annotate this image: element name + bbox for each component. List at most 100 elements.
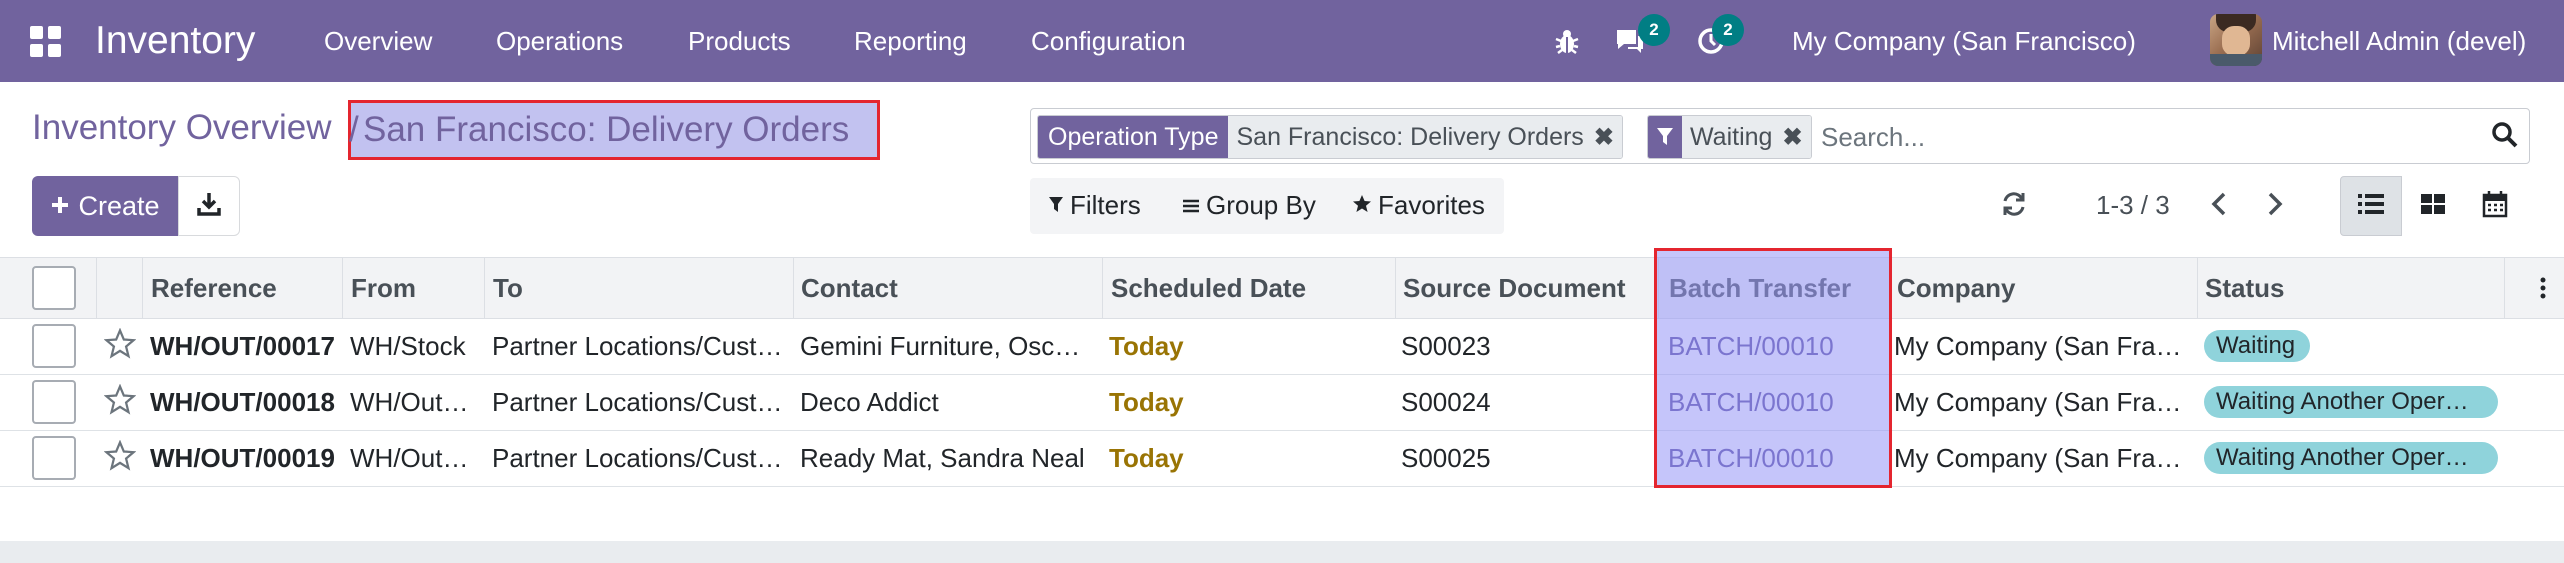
apps-grid-icon[interactable]: [30, 0, 61, 82]
plus-icon: [50, 191, 70, 222]
calendar-view-button[interactable]: [2464, 176, 2526, 236]
row-checkbox[interactable]: [32, 324, 76, 368]
create-button[interactable]: Create: [32, 176, 178, 236]
filter-icon: [1048, 190, 1064, 221]
chevron-left-icon[interactable]: [2208, 190, 2230, 223]
column-batch-transfer[interactable]: Batch Transfer: [1669, 258, 1851, 318]
table-row[interactable]: WH/OUT/00019 WH/Out… Partner Locations/C…: [0, 431, 2564, 487]
cell-source-document: S00023: [1401, 331, 1491, 361]
menu-overview[interactable]: Overview: [324, 0, 432, 82]
avatar[interactable]: [2210, 14, 2262, 66]
filters-button[interactable]: Filters: [1048, 190, 1141, 221]
download-icon: [196, 191, 222, 222]
column-company[interactable]: Company: [1897, 258, 2015, 318]
star-icon: [1352, 190, 1372, 221]
close-icon[interactable]: ✖: [1594, 123, 1614, 152]
column-to[interactable]: To: [493, 258, 523, 318]
facet-label: Operation Type: [1038, 116, 1229, 158]
pager-value[interactable]: 1-3 / 3: [2096, 190, 2170, 221]
cell-contact: Gemini Furniture, Osc…: [800, 331, 1081, 361]
cell-contact: Deco Addict: [800, 387, 939, 417]
status-badge: Waiting Another Oper…: [2204, 386, 2498, 418]
cell-to: Partner Locations/Cust…: [492, 331, 783, 361]
favorites-button[interactable]: Favorites: [1352, 190, 1485, 221]
status-badge: Waiting Another Oper…: [2204, 442, 2498, 474]
calendar-icon: [2482, 190, 2508, 223]
horizontal-scrollbar[interactable]: [0, 541, 2564, 563]
cell-company: My Company (San Fra…: [1894, 331, 2182, 361]
group-by-button[interactable]: Group By: [1182, 190, 1316, 221]
column-source-document[interactable]: Source Document: [1403, 258, 1626, 318]
chevron-right-icon[interactable]: [2264, 190, 2286, 223]
menu-configuration[interactable]: Configuration: [1031, 0, 1186, 82]
top-navbar: Inventory Overview Operations Products R…: [0, 0, 2564, 82]
cell-company: My Company (San Fra…: [1894, 387, 2182, 417]
cell-batch-transfer[interactable]: BATCH/00010: [1668, 375, 1886, 430]
filter-icon: [1648, 116, 1682, 158]
facet-value: San Francisco: Delivery Orders: [1236, 122, 1584, 151]
filter-bar: Filters Group By Favorites: [1030, 178, 1504, 234]
search-input[interactable]: [1819, 117, 2423, 157]
favorites-label: Favorites: [1378, 190, 1485, 220]
search-icon[interactable]: [2491, 121, 2519, 154]
cell-batch-transfer[interactable]: BATCH/00010: [1668, 319, 1886, 374]
table-row[interactable]: WH/OUT/00017 WH/Stock Partner Locations/…: [0, 319, 2564, 375]
menu-products[interactable]: Products: [688, 0, 791, 82]
star-icon[interactable]: [103, 327, 137, 365]
cell-source-document: S00024: [1401, 387, 1491, 417]
create-label: Create: [78, 190, 160, 221]
facet-value: Waiting: [1690, 122, 1773, 151]
facet-operation-type: Operation Type San Francisco: Delivery O…: [1037, 115, 1623, 159]
kanban-view-button[interactable]: [2402, 176, 2464, 236]
cell-from: WH/Stock: [350, 331, 466, 361]
menu-operations[interactable]: Operations: [496, 0, 623, 82]
cell-contact: Ready Mat, Sandra Neal: [800, 443, 1085, 473]
cell-to: Partner Locations/Cust…: [492, 387, 783, 417]
breadcrumb-parent[interactable]: Inventory Overview: [32, 108, 332, 148]
page-title: San Francisco: Delivery Orders: [363, 110, 850, 149]
column-reference[interactable]: Reference: [151, 258, 277, 318]
cell-batch-transfer[interactable]: BATCH/00010: [1668, 431, 1886, 486]
user-menu[interactable]: Mitchell Admin (devel): [2272, 0, 2526, 82]
column-status[interactable]: Status: [2205, 258, 2284, 318]
column-options-icon[interactable]: [2540, 258, 2546, 318]
column-from[interactable]: From: [351, 258, 416, 318]
star-icon[interactable]: [103, 439, 137, 477]
list-icon: [2357, 192, 2385, 221]
company-switcher[interactable]: My Company (San Francisco): [1792, 0, 2136, 82]
app-name[interactable]: Inventory: [95, 0, 255, 82]
list-view-button[interactable]: [2340, 176, 2402, 236]
row-checkbox[interactable]: [32, 380, 76, 424]
star-icon[interactable]: [103, 383, 137, 421]
cell-from: WH/Out…: [350, 443, 469, 473]
row-checkbox[interactable]: [32, 436, 76, 480]
cell-reference: WH/OUT/00017: [150, 331, 335, 361]
cell-source-document: S00025: [1401, 443, 1491, 473]
facet-waiting: Waiting ✖: [1647, 115, 1812, 159]
table-row[interactable]: WH/OUT/00018 WH/Out… Partner Locations/C…: [0, 375, 2564, 431]
bug-icon[interactable]: [1554, 0, 1580, 82]
cell-scheduled-date: Today: [1109, 443, 1184, 473]
filters-label: Filters: [1070, 190, 1141, 220]
search-bar: Operation Type San Francisco: Delivery O…: [1030, 108, 2530, 164]
menu-reporting[interactable]: Reporting: [854, 0, 967, 82]
refresh-icon[interactable]: [2000, 190, 2028, 223]
cell-company: My Company (San Fra…: [1894, 443, 2182, 473]
chat-icon[interactable]: [1614, 0, 1646, 82]
messages-badge: 2: [1638, 14, 1670, 46]
group-by-label: Group By: [1206, 190, 1316, 220]
close-icon[interactable]: ✖: [1782, 123, 1802, 152]
cell-from: WH/Out…: [350, 387, 469, 417]
kanban-icon: [2420, 192, 2446, 221]
bars-icon: [1182, 190, 1200, 221]
table-header: Reference From To Contact Scheduled Date…: [0, 257, 2564, 319]
column-scheduled-date[interactable]: Scheduled Date: [1111, 258, 1306, 318]
cell-scheduled-date: Today: [1109, 387, 1184, 417]
cell-reference: WH/OUT/00018: [150, 387, 335, 417]
status-badge: Waiting: [2204, 330, 2310, 362]
select-all-checkbox[interactable]: [32, 266, 76, 310]
activities-badge: 2: [1712, 14, 1744, 46]
column-contact[interactable]: Contact: [801, 258, 898, 318]
cell-to: Partner Locations/Cust…: [492, 443, 783, 473]
download-button[interactable]: [178, 176, 240, 236]
